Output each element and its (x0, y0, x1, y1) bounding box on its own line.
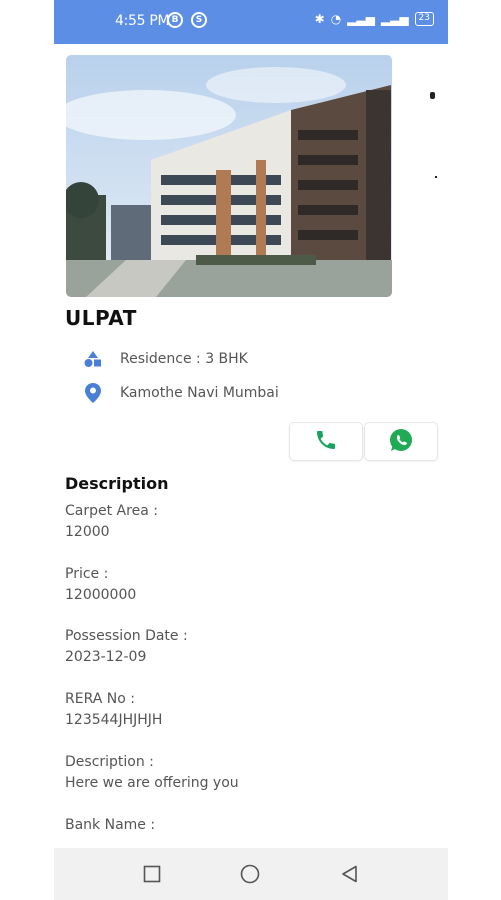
overlay-dot (435, 176, 437, 178)
field-bank-name: Bank Name : (65, 815, 155, 836)
whatsapp-button[interactable] (364, 422, 438, 461)
data-saver-icon: B (167, 12, 183, 28)
property-title: ULPAT (65, 306, 137, 330)
call-button[interactable] (289, 422, 363, 461)
status-icons: ✱ ◔ ▂▃▅ ▂▃▅ 23 (315, 12, 434, 26)
field-value: 12000000 (65, 587, 137, 603)
property-image[interactable] (66, 55, 392, 297)
residence-icon (84, 350, 102, 368)
location-text: Kamothe Navi Mumbai (120, 385, 279, 401)
field-value: Here we are offering you (65, 775, 239, 791)
home-button[interactable] (240, 864, 260, 884)
location-row: Kamothe Navi Mumbai (84, 383, 279, 403)
system-nav-bar (54, 848, 448, 900)
field-rera-no: RERA No : 123544JHJHJH (65, 689, 162, 731)
wifi-icon: ◔ (330, 12, 342, 26)
status-bar: 4:55 PM B S ✱ ◔ ▂▃▅ ▂▃▅ 23 (54, 0, 448, 44)
battery-icon: 23 (414, 12, 434, 26)
field-label: Price : (65, 566, 109, 582)
description-heading: Description (65, 474, 169, 493)
bluetooth-icon: ✱ (314, 12, 325, 26)
overlay-dot (430, 92, 435, 99)
status-time: 4:55 PM (115, 13, 170, 29)
field-possession-date: Possession Date : 2023-12-09 (65, 626, 188, 668)
signal2-icon: ▂▃▅ (380, 12, 409, 26)
whatsapp-icon (388, 427, 414, 457)
phone-icon (314, 428, 338, 456)
field-value: 123544JHJHJH (65, 712, 163, 728)
field-carpet-area: Carpet Area : 12000 (65, 501, 158, 543)
residence-row: Residence : 3 BHK (84, 350, 248, 368)
app-screen: 4:55 PM B S ✱ ◔ ▂▃▅ ▂▃▅ 23 ULPAT Residen… (54, 0, 448, 900)
field-label: Carpet Area : (65, 503, 158, 519)
recents-button[interactable] (142, 864, 162, 884)
field-label: RERA No : (65, 691, 135, 707)
battery-level: 23 (418, 13, 430, 23)
residence-text: Residence : 3 BHK (120, 351, 248, 367)
field-price: Price : 12000000 (65, 564, 136, 606)
field-label: Description : (65, 754, 154, 770)
field-label: Possession Date : (65, 628, 188, 644)
location-pin-icon (84, 383, 102, 403)
field-label: Bank Name : (65, 817, 156, 833)
field-value: 2023-12-09 (65, 649, 147, 665)
field-description: Description : Here we are offering you (65, 752, 239, 794)
sync-icon: S (191, 12, 207, 28)
back-button[interactable] (340, 864, 360, 884)
signal-icon: ▂▃▅ (347, 12, 375, 26)
field-value: 12000 (65, 524, 110, 540)
